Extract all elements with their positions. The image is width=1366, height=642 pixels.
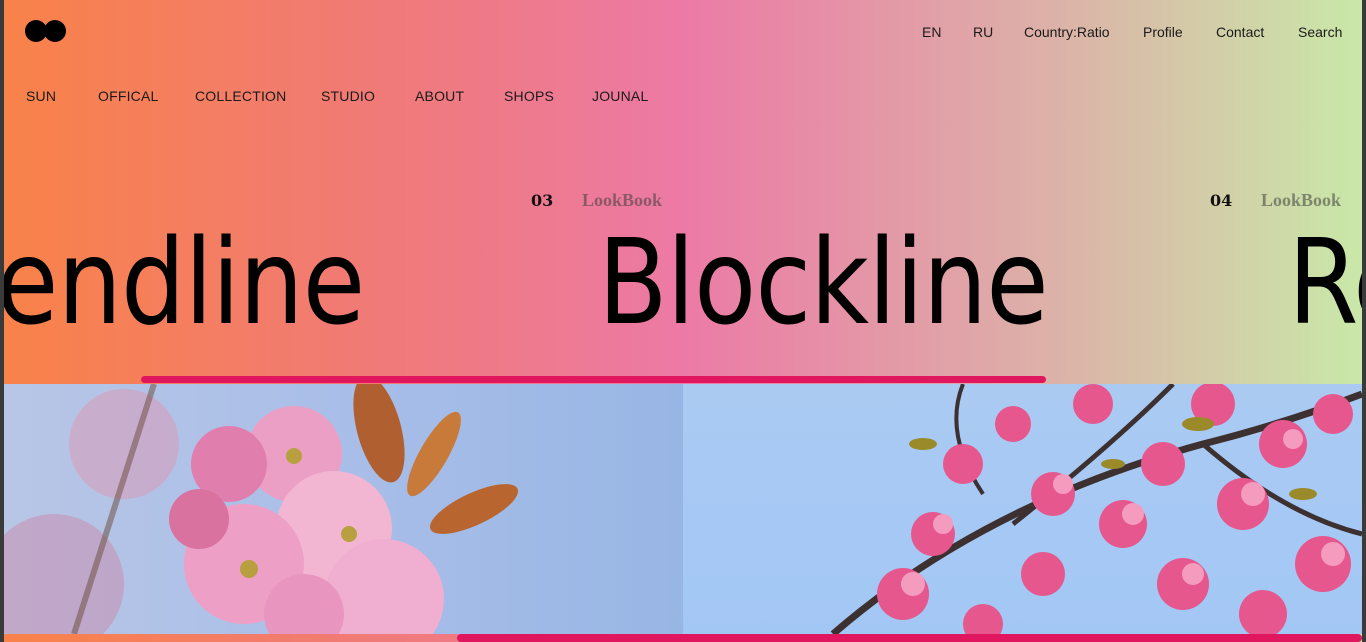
contact-link[interactable]: Contact [1216, 24, 1264, 40]
search-link[interactable]: Search [1298, 24, 1342, 40]
slide-number-current: 03 [531, 191, 554, 210]
nav-studio[interactable]: STUDIO [321, 88, 375, 104]
slide-number-next: 04 [1210, 191, 1233, 210]
nav-sun[interactable]: SUN [26, 88, 56, 104]
cherry-blossom-branches-photo[interactable] [683, 384, 1362, 634]
page-frame: EN RU Country:Ratio Profile Contact Sear… [4, 0, 1362, 642]
slider-progress-bar [141, 376, 1046, 383]
nav-collection[interactable]: COLLECTION [195, 88, 286, 104]
slide-title-prev[interactable]: endline [4, 212, 365, 352]
nav-shops[interactable]: SHOPS [504, 88, 554, 104]
lang-ru-link[interactable]: RU [973, 24, 993, 40]
lang-en-link[interactable]: EN [922, 24, 941, 40]
slide-tag-current[interactable]: LookBook [582, 190, 662, 211]
country-link[interactable]: Country:Ratio [1024, 24, 1110, 40]
bottom-progress-bar [457, 634, 1362, 642]
profile-link[interactable]: Profile [1143, 24, 1183, 40]
slide-tag-next[interactable]: LookBook [1261, 190, 1341, 211]
slide-title-next[interactable]: Re [1288, 212, 1362, 352]
slide-title-current[interactable]: Blockline [598, 212, 1049, 352]
nav-jounal[interactable]: JOUNAL [592, 88, 648, 104]
nav-about[interactable]: ABOUT [415, 88, 464, 104]
brand-logo[interactable] [25, 20, 71, 42]
logo-dot-right [44, 20, 66, 42]
cherry-blossom-closeup-photo[interactable] [4, 384, 683, 634]
nav-offical[interactable]: OFFICAL [98, 88, 159, 104]
